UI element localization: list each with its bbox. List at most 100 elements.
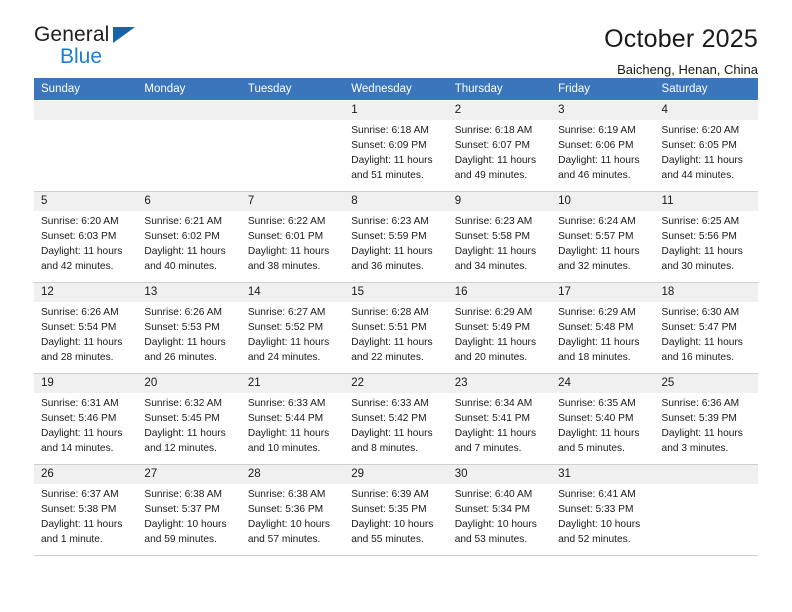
sunrise-text: Sunrise: 6:31 AM [41,398,119,410]
day-number: 21 [240,374,345,394]
calendar-day-cell[interactable]: 11 Sunrise: 6:25 AM Sunset: 5:56 PM Dayligh… [654,191,758,283]
calendar-day-cell[interactable]: 17 Sunrise: 6:29 AM Sunset: 5:48 PM Dayligh… [551,282,655,374]
calendar-day-cell[interactable]: 9 Sunrise: 6:23 AM Sunset: 5:58 PM Daylight… [447,191,552,283]
day-details: Sunrise: 6:26 AM Sunset: 5:54 PM Daylight:… [34,302,137,366]
weekday-header-thursday: Thursday [447,78,552,101]
day-number-band [137,101,241,121]
sunset-text: Sunset: 5:59 PM [351,231,427,243]
calendar-day-cell[interactable]: 12 Sunrise: 6:26 AM Sunset: 5:54 PM Dayligh… [34,282,138,374]
day-details: Sunrise: 6:18 AM Sunset: 6:07 PM Daylight:… [448,120,551,184]
calendar-day-cell[interactable]: 27 Sunrise: 6:38 AM Sunset: 5:37 PM Dayligh… [137,464,241,556]
daylight-text: Daylight: 11 hours and 22 minutes. [351,337,433,363]
calendar-day-cell[interactable]: 19 Sunrise: 6:31 AM Sunset: 5:46 PM Dayligh… [34,373,138,465]
sunrise-text: Sunrise: 6:20 AM [661,125,740,137]
title-block: October 2025 Baicheng, Henan, China [604,24,758,77]
calendar-day-cell[interactable]: 31 Sunrise: 6:41 AM Sunset: 5:33 PM Dayligh… [551,464,655,556]
calendar-day-cell[interactable]: 18 Sunrise: 6:30 AM Sunset: 5:47 PM Dayligh… [654,282,758,374]
sunset-text: Sunset: 6:07 PM [454,140,531,152]
sunset-text: Sunset: 5:56 PM [661,231,737,243]
daylight-text: Daylight: 11 hours and 20 minutes. [454,337,537,363]
day-number: 12 [34,283,138,303]
calendar-day-cell[interactable]: 7 Sunrise: 6:22 AM Sunset: 6:01 PM Daylight… [240,191,345,283]
daylight-text: Daylight: 11 hours and 3 minutes. [661,428,743,454]
day-details: Sunrise: 6:40 AM Sunset: 5:34 PM Daylight:… [448,484,551,548]
sunrise-text: Sunrise: 6:22 AM [247,216,326,228]
calendar-cell-empty [137,100,241,192]
sunrise-text: Sunrise: 6:28 AM [351,307,429,319]
daylight-text: Daylight: 10 hours and 52 minutes. [558,519,641,545]
sunrise-text: Sunrise: 6:23 AM [454,216,533,228]
day-details: Sunrise: 6:32 AM Sunset: 5:45 PM Daylight:… [137,393,240,457]
calendar-day-cell[interactable]: 20 Sunrise: 6:32 AM Sunset: 5:45 PM Dayligh… [137,373,241,465]
calendar-day-cell[interactable]: 25 Sunrise: 6:36 AM Sunset: 5:39 PM Dayligh… [654,373,758,465]
calendar-day-cell[interactable]: 13 Sunrise: 6:26 AM Sunset: 5:53 PM Dayligh… [137,282,241,374]
sunset-text: Sunset: 5:54 PM [41,322,117,334]
sunset-text: Sunset: 5:53 PM [144,322,220,334]
sunrise-text: Sunrise: 6:35 AM [558,398,636,410]
day-number-band [654,465,758,485]
day-number: 8 [344,192,448,212]
calendar-page: General Blue October 2025 Baicheng, Hena… [0,0,792,612]
calendar-day-cell[interactable]: 30 Sunrise: 6:40 AM Sunset: 5:34 PM Dayligh… [447,464,552,556]
day-number: 13 [137,283,241,303]
calendar-day-cell[interactable]: 24 Sunrise: 6:35 AM Sunset: 5:40 PM Dayligh… [551,373,655,465]
sunrise-text: Sunrise: 6:26 AM [41,307,119,319]
daylight-text: Daylight: 11 hours and 44 minutes. [661,155,743,181]
calendar-day-cell[interactable]: 26 Sunrise: 6:37 AM Sunset: 5:38 PM Dayligh… [34,464,138,556]
sunset-text: Sunset: 5:45 PM [144,413,220,425]
day-number: 27 [137,465,241,485]
calendar-cell-empty [34,100,138,192]
calendar-day-cell[interactable]: 14 Sunrise: 6:27 AM Sunset: 5:52 PM Dayligh… [240,282,345,374]
sunrise-text: Sunrise: 6:20 AM [41,216,119,228]
sunset-text: Sunset: 5:35 PM [351,504,427,516]
calendar-day-cell[interactable]: 21 Sunrise: 6:33 AM Sunset: 5:44 PM Dayligh… [240,373,345,465]
calendar-day-cell[interactable]: 1 Sunrise: 6:18 AM Sunset: 6:09 PM Daylight… [344,100,448,192]
calendar-day-cell[interactable]: 10 Sunrise: 6:24 AM Sunset: 5:57 PM Dayligh… [551,191,655,283]
calendar-day-cell[interactable]: 8 Sunrise: 6:23 AM Sunset: 5:59 PM Daylight… [344,191,448,283]
general-blue-logo[interactable]: General Blue [34,24,144,70]
sunset-text: Sunset: 5:58 PM [454,231,531,243]
sunset-text: Sunset: 6:05 PM [661,140,737,152]
calendar-day-cell[interactable]: 4 Sunrise: 6:20 AM Sunset: 6:05 PM Daylight… [654,100,758,192]
calendar-day-cell[interactable]: 29 Sunrise: 6:39 AM Sunset: 5:35 PM Dayligh… [344,464,448,556]
sunset-text: Sunset: 5:33 PM [558,504,634,516]
daylight-text: Daylight: 11 hours and 8 minutes. [351,428,433,454]
daylight-text: Daylight: 11 hours and 51 minutes. [351,155,433,181]
day-details: Sunrise: 6:27 AM Sunset: 5:52 PM Daylight:… [241,302,344,366]
calendar-day-cell[interactable]: 2 Sunrise: 6:18 AM Sunset: 6:07 PM Daylight… [447,100,552,192]
daylight-text: Daylight: 11 hours and 40 minutes. [144,246,226,272]
calendar-day-cell[interactable]: 16 Sunrise: 6:29 AM Sunset: 5:49 PM Dayligh… [447,282,552,374]
day-number: 24 [551,374,655,394]
calendar-day-cell[interactable]: 5 Sunrise: 6:20 AM Sunset: 6:03 PM Daylight… [34,191,138,283]
day-number-band [240,101,345,121]
calendar-day-cell[interactable]: 23 Sunrise: 6:34 AM Sunset: 5:41 PM Dayligh… [447,373,552,465]
calendar-day-cell[interactable]: 22 Sunrise: 6:33 AM Sunset: 5:42 PM Dayligh… [344,373,448,465]
day-details: Sunrise: 6:26 AM Sunset: 5:53 PM Daylight:… [137,302,240,366]
day-number: 5 [34,192,138,212]
sunrise-text: Sunrise: 6:39 AM [351,489,429,501]
sunrise-text: Sunrise: 6:23 AM [351,216,429,228]
calendar-week-row: 5 Sunrise: 6:20 AM Sunset: 6:03 PM Daylight… [34,191,758,283]
calendar-header-row: Sunday Monday Tuesday Wednesday Thursday Frid… [34,78,758,101]
calendar-day-cell[interactable]: 15 Sunrise: 6:28 AM Sunset: 5:51 PM Dayligh… [344,282,448,374]
daylight-text: Daylight: 10 hours and 55 minutes. [351,519,434,545]
sunset-text: Sunset: 6:06 PM [558,140,634,152]
daylight-text: Daylight: 11 hours and 26 minutes. [144,337,226,363]
day-details: Sunrise: 6:29 AM Sunset: 5:49 PM Daylight:… [448,302,551,366]
page-header: General Blue October 2025 Baicheng, Hena… [34,0,758,76]
sunset-text: Sunset: 5:42 PM [351,413,427,425]
calendar-day-cell[interactable]: 3 Sunrise: 6:19 AM Sunset: 6:06 PM Daylight… [551,100,655,192]
sunrise-text: Sunrise: 6:27 AM [247,307,326,319]
daylight-text: Daylight: 11 hours and 5 minutes. [558,428,640,454]
triangle-icon [113,27,135,43]
calendar-day-cell[interactable]: 28 Sunrise: 6:38 AM Sunset: 5:36 PM Dayligh… [240,464,345,556]
day-details: Sunrise: 6:20 AM Sunset: 6:03 PM Daylight:… [34,211,137,275]
sunset-text: Sunset: 6:01 PM [247,231,324,243]
day-number: 4 [654,101,758,121]
day-number: 16 [447,283,552,303]
sunrise-text: Sunrise: 6:30 AM [661,307,740,319]
day-number: 19 [34,374,138,394]
sunrise-text: Sunrise: 6:33 AM [247,398,326,410]
sunset-text: Sunset: 5:46 PM [41,413,117,425]
calendar-day-cell[interactable]: 6 Sunrise: 6:21 AM Sunset: 6:02 PM Daylight… [137,191,241,283]
